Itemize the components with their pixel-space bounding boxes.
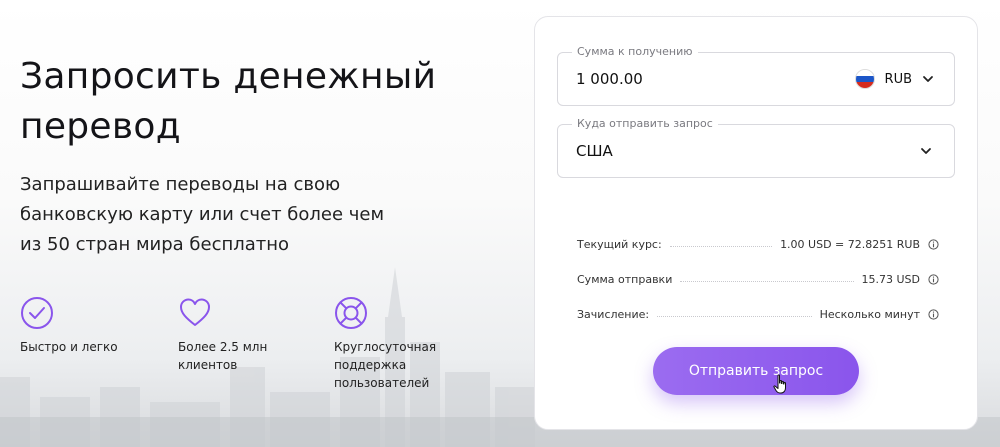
hero-section: Запросить денежный перевод Запрашивайте … <box>20 52 520 260</box>
feature-fast: Быстро и легко <box>20 296 160 356</box>
russia-flag-icon <box>854 69 875 89</box>
currency-select[interactable]: RUB <box>854 69 934 89</box>
heart-icon <box>180 298 210 326</box>
info-icon[interactable] <box>928 274 939 285</box>
crediting-value: Несколько минут <box>819 308 920 321</box>
page-title: Запросить денежный перевод <box>20 56 437 147</box>
crediting-label: Зачисление: <box>577 308 650 321</box>
amount-input[interactable]: 1 000.00 <box>576 70 643 88</box>
send-amount-value: 15.73 USD <box>861 273 921 286</box>
leader-dots <box>669 246 773 247</box>
info-icon[interactable] <box>928 309 939 320</box>
currency-code: RUB <box>884 71 912 87</box>
feature-support: Круглосуточная поддержка пользователей <box>334 296 444 392</box>
lifebuoy-icon <box>335 297 367 329</box>
info-icon[interactable] <box>928 239 939 250</box>
chevron-down-icon <box>923 76 933 82</box>
crediting-row: Зачисление: Несколько минут <box>577 308 939 321</box>
destination-field-label: Куда отправить запрос <box>572 117 718 131</box>
check-circle-icon <box>21 297 53 329</box>
page-subtitle: Запрашивайте переводы на свою банковскую… <box>20 174 385 255</box>
amount-field-label: Сумма к получению <box>572 45 698 59</box>
leader-dots <box>680 281 854 282</box>
send-amount-row: Сумма отправки 15.73 USD <box>577 273 939 286</box>
transfer-request-card: Сумма к получению 1 000.00 RUB Куда отпр… <box>534 16 978 430</box>
feature-label: Круглосуточная поддержка пользователей <box>334 340 437 390</box>
leader-dots <box>657 316 812 317</box>
exchange-rate-row: Текущий курс: 1.00 USD = 72.8251 RUB <box>577 238 939 251</box>
feature-label: Быстро и легко <box>20 340 118 354</box>
send-request-button[interactable]: Отправить запрос <box>653 347 859 395</box>
destination-select[interactable]: Куда отправить запрос США <box>557 117 955 178</box>
exchange-rate-value: 1.00 USD = 72.8251 RUB <box>780 238 920 251</box>
amount-field[interactable]: Сумма к получению 1 000.00 RUB <box>557 45 955 106</box>
destination-value: США <box>576 142 613 160</box>
feature-clients: Более 2.5 млн клиентов <box>178 296 288 374</box>
exchange-rate-label: Текущий курс: <box>577 238 662 251</box>
feature-label: Более 2.5 млн клиентов <box>178 340 268 372</box>
send-amount-label: Сумма отправки <box>577 273 673 286</box>
chevron-down-icon <box>921 148 931 154</box>
hand-cursor-icon <box>773 374 786 394</box>
